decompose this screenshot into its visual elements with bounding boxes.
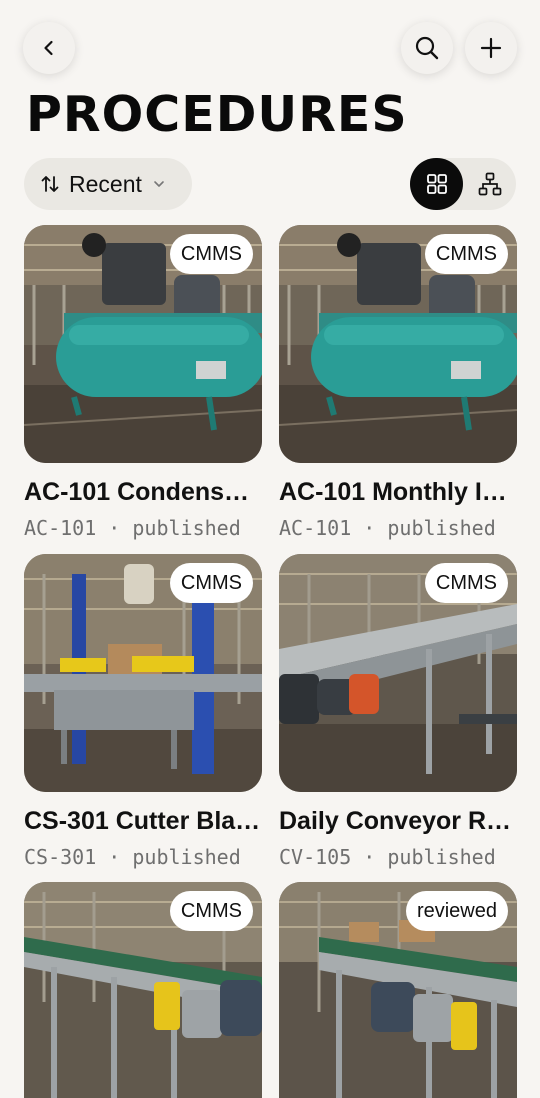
source-badge: CMMS: [424, 234, 508, 274]
source-badge: reviewed: [405, 891, 508, 931]
procedure-meta: CS-301 · published: [24, 845, 241, 869]
procedure-title: CS-301 Cutter Blade Replacement: [24, 807, 262, 835]
hierarchy-view-button[interactable]: [463, 158, 516, 210]
page-title: PROCEDURES: [26, 86, 408, 143]
source-badge: CMMS: [169, 234, 253, 274]
procedure-thumbnail: reviewed: [279, 882, 517, 1098]
source-badge: CMMS: [169, 891, 253, 931]
procedures-screen: PROCEDURES Recent CMMS AC-101 Condenser …: [0, 0, 540, 1098]
procedure-card[interactable]: reviewed: [279, 882, 517, 1098]
source-badge: CMMS: [169, 563, 253, 603]
chevron-down-icon: [152, 177, 166, 191]
search-button[interactable]: [401, 22, 453, 74]
procedure-title: Daily Conveyor Run Check: [279, 807, 517, 835]
view-toggle: [410, 158, 516, 210]
procedure-meta: CV-105 · published: [279, 845, 496, 869]
procedure-card[interactable]: CMMS Daily Conveyor Run Check CV-105 · p…: [279, 554, 517, 869]
back-button[interactable]: [23, 22, 75, 74]
chevron-left-icon: [44, 40, 53, 56]
sort-label: Recent: [69, 170, 142, 197]
procedure-card[interactable]: CMMS: [24, 882, 262, 1098]
procedure-thumbnail: CMMS: [24, 554, 262, 792]
procedure-title: AC-101 Condenser Coil Cleaning: [24, 478, 262, 506]
procedure-card[interactable]: CMMS CS-301 Cutter Blade Replacement CS-…: [24, 554, 262, 869]
add-button[interactable]: [465, 22, 517, 74]
procedure-thumbnail: CMMS: [24, 225, 262, 463]
source-badge: CMMS: [424, 563, 508, 603]
procedure-card[interactable]: CMMS AC-101 Monthly Inspection AC-101 · …: [279, 225, 517, 540]
procedure-thumbnail: CMMS: [279, 554, 517, 792]
search-icon: [415, 36, 439, 60]
procedure-title: AC-101 Monthly Inspection: [279, 478, 517, 506]
hierarchy-icon: [478, 172, 501, 196]
procedure-meta: AC-101 · published: [279, 516, 496, 540]
sort-arrows-icon: [39, 173, 61, 195]
procedure-card[interactable]: CMMS AC-101 Condenser Coil Cleaning AC-1…: [24, 225, 262, 540]
sort-dropdown[interactable]: Recent: [24, 158, 192, 210]
procedure-meta: AC-101 · published: [24, 516, 241, 540]
procedure-thumbnail: CMMS: [24, 882, 262, 1098]
plus-icon: [480, 37, 502, 59]
grid-icon: [426, 174, 447, 194]
grid-view-button[interactable]: [410, 158, 463, 210]
procedure-thumbnail: CMMS: [279, 225, 517, 463]
